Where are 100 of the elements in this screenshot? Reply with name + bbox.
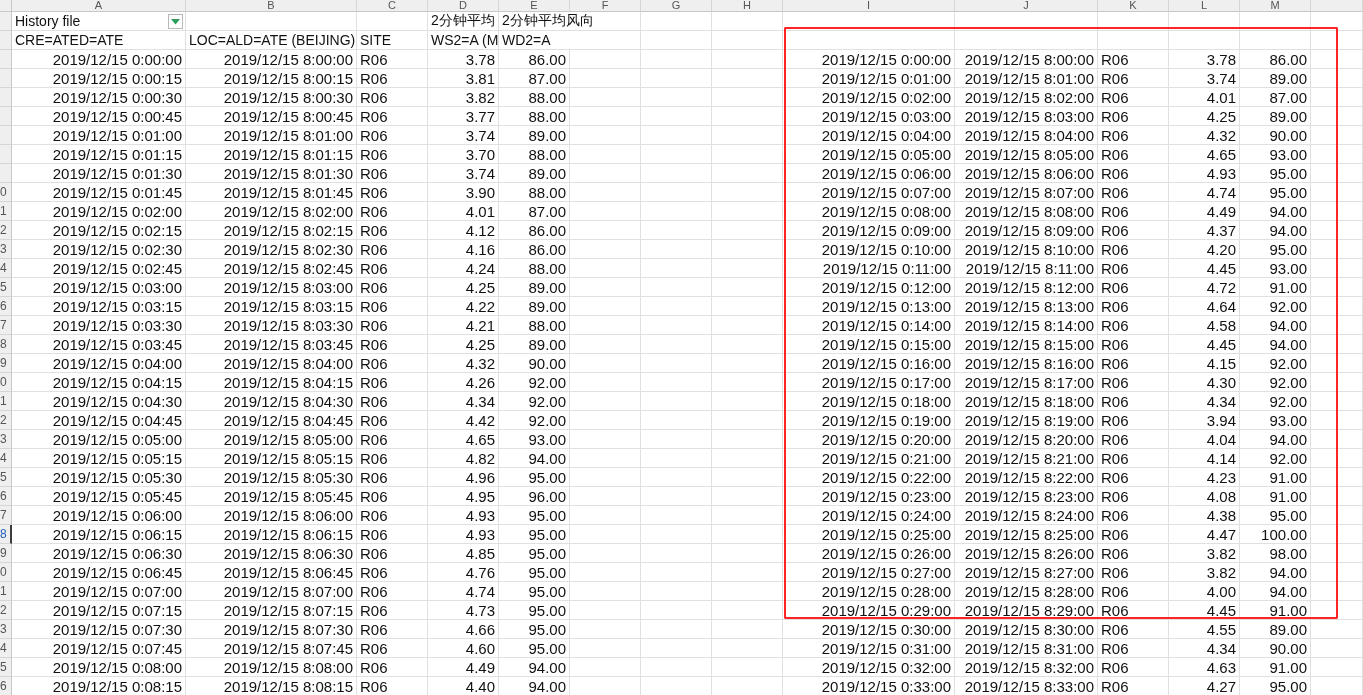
column-header[interactable]: I [783, 0, 955, 12]
table-cell: 4.49 [1169, 202, 1240, 221]
column-header[interactable] [1311, 0, 1363, 12]
table-cell: 2019/12/15 8:16:00 [955, 354, 1098, 373]
column-header[interactable]: B [186, 0, 357, 12]
column-header[interactable]: H [712, 0, 783, 12]
table-cell [641, 563, 712, 582]
row-header[interactable]: 2 [0, 221, 12, 240]
table-cell: 2019/12/15 0:12:00 [783, 278, 955, 297]
table-cell: 2019/12/15 8:08:00 [955, 202, 1098, 221]
table-cell: 2019/12/15 8:00:45 [186, 107, 357, 126]
row-header[interactable]: 2 [0, 411, 12, 430]
table-cell: 2019/12/15 8:06:00 [955, 164, 1098, 183]
column-header[interactable]: K [1098, 0, 1169, 12]
table-cell: R06 [1098, 126, 1169, 145]
table-cell: R06 [1098, 278, 1169, 297]
row-header[interactable] [0, 164, 12, 183]
table-cell [570, 107, 641, 126]
table-cell: R06 [1098, 202, 1169, 221]
table-cell [570, 297, 641, 316]
table-cell: 2019/12/15 0:03:45 [12, 335, 186, 354]
row-header[interactable]: 3 [0, 430, 12, 449]
table-cell [1311, 31, 1363, 50]
row-header[interactable] [0, 107, 12, 126]
row-header[interactable]: 1 [0, 582, 12, 601]
table-cell [712, 601, 783, 620]
table-cell [570, 373, 641, 392]
table-cell: 2019/12/15 8:01:15 [186, 145, 357, 164]
row-header[interactable]: 2 [0, 601, 12, 620]
table-cell: 2019/12/15 8:05:30 [186, 468, 357, 487]
column-header[interactable]: L [1169, 0, 1240, 12]
table-cell: 4.40 [428, 677, 499, 695]
table-cell [1311, 506, 1363, 525]
column-header[interactable]: G [641, 0, 712, 12]
column-header[interactable]: M [1240, 0, 1311, 12]
table-cell: 4.25 [1169, 107, 1240, 126]
row-header[interactable]: 5 [0, 658, 12, 677]
row-header[interactable] [0, 12, 12, 31]
table-cell [641, 544, 712, 563]
row-header[interactable]: 6 [0, 677, 12, 695]
select-all-button[interactable] [0, 0, 12, 12]
table-cell: 2019/12/15 0:07:30 [12, 620, 186, 639]
row-header[interactable] [0, 145, 12, 164]
table-cell: 2019/12/15 0:08:15 [12, 677, 186, 695]
row-header[interactable]: 7 [0, 316, 12, 335]
table-cell [1311, 582, 1363, 601]
table-cell: R06 [1098, 430, 1169, 449]
table-cell [641, 164, 712, 183]
row-header[interactable]: 1 [0, 202, 12, 221]
table-cell: 95.00 [1240, 164, 1311, 183]
table-cell: R06 [1098, 145, 1169, 164]
column-header[interactable]: C [357, 0, 428, 12]
row-header[interactable]: 0 [0, 373, 12, 392]
row-header[interactable]: 8 [0, 525, 12, 544]
row-header[interactable]: 1 [0, 392, 12, 411]
row-header[interactable]: 8 [0, 335, 12, 354]
table-cell: R06 [1098, 297, 1169, 316]
table-cell: 2019/12/15 0:06:30 [12, 544, 186, 563]
row-header[interactable]: 5 [0, 468, 12, 487]
table-cell: 2019/12/15 0:02:45 [12, 259, 186, 278]
row-header[interactable]: 4 [0, 449, 12, 468]
table-cell: 2019/12/15 0:05:00 [12, 430, 186, 449]
row-header[interactable] [0, 88, 12, 107]
row-header[interactable] [0, 50, 12, 69]
table-cell [570, 88, 641, 107]
column-header[interactable]: E [499, 0, 570, 12]
row-header[interactable]: 3 [0, 620, 12, 639]
table-cell: 3.74 [1169, 69, 1240, 88]
table-cell: 88.00 [499, 183, 570, 202]
table-cell: 93.00 [1240, 145, 1311, 164]
column-header[interactable]: J [955, 0, 1098, 12]
row-header[interactable]: 6 [0, 487, 12, 506]
row-header[interactable]: 7 [0, 506, 12, 525]
row-header[interactable]: 3 [0, 240, 12, 259]
table-cell: R06 [357, 677, 428, 695]
table-cell [641, 297, 712, 316]
row-header[interactable]: 4 [0, 639, 12, 658]
row-header[interactable]: 5 [0, 278, 12, 297]
table-cell: 2019/12/15 8:01:00 [186, 126, 357, 145]
row-header[interactable] [0, 126, 12, 145]
table-cell: 3.78 [1169, 50, 1240, 69]
row-header[interactable]: 9 [0, 544, 12, 563]
filter-button[interactable] [168, 14, 183, 29]
table-cell: 95.00 [499, 620, 570, 639]
row-header[interactable]: 6 [0, 297, 12, 316]
row-header[interactable] [0, 69, 12, 88]
row-header[interactable]: 0 [0, 563, 12, 582]
table-cell: 2019/12/15 8:21:00 [955, 449, 1098, 468]
column-header[interactable]: D [428, 0, 499, 12]
table-cell: 2019/12/15 0:08:00 [783, 202, 955, 221]
row-header[interactable]: 0 [0, 183, 12, 202]
table-cell: 2019/12/15 0:06:00 [12, 506, 186, 525]
row-header[interactable] [0, 31, 12, 50]
table-cell [1311, 639, 1363, 658]
row-header[interactable]: 4 [0, 259, 12, 278]
column-header[interactable]: A [12, 0, 186, 12]
row-header[interactable]: 9 [0, 354, 12, 373]
table-cell: 2019/12/15 8:04:30 [186, 392, 357, 411]
column-header[interactable]: F [570, 0, 641, 12]
table-cell [641, 316, 712, 335]
